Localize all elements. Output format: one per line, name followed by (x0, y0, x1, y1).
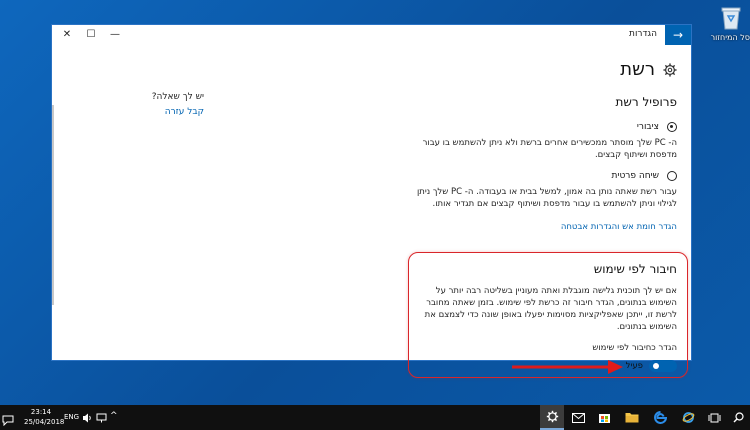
recycle-bin-label: סל המיחזור (710, 33, 750, 42)
arrow-right-icon: → (672, 28, 684, 42)
store-icon[interactable] (592, 405, 616, 430)
minimize-button[interactable]: — (106, 27, 124, 43)
get-help-link[interactable]: קבל עזרה (159, 107, 204, 117)
volume-icon[interactable] (80, 405, 94, 430)
help-question: יש לך שאלה? (151, 92, 204, 102)
radio-button-public[interactable] (667, 122, 677, 132)
chevron-up-icon[interactable]: ^ (110, 411, 118, 421)
radio-description-public: ה- PC שלך מוסתר ממכשירים אחרים ברשת ולא … (422, 138, 677, 160)
settings-window: ✕ ☐ — הגדרות → רשת יש לך שאלה? קבל עזרה … (51, 24, 692, 378)
scroll-edge (52, 105, 54, 305)
back-button[interactable]: → (665, 25, 691, 45)
help-panel: יש לך שאלה? קבל עזרה (151, 92, 204, 117)
recycle-bin[interactable]: סל המיחזור (710, 4, 750, 43)
radio-button-private[interactable] (667, 171, 677, 181)
clock[interactable]: 23:14 25/04/2018 (24, 407, 65, 427)
edge-icon[interactable] (648, 405, 672, 430)
section-title-metered: חיבור לפי שימוש (593, 262, 677, 276)
notification-icon[interactable] (2, 411, 14, 427)
red-arrow-annotation (512, 360, 623, 374)
mail-icon[interactable] (566, 405, 590, 430)
language-indicator[interactable]: ENG (64, 413, 79, 421)
firewall-settings-link[interactable]: הגדר חומת אש והגדרות אבטחה (407, 222, 677, 232)
page-header: רשת (620, 59, 677, 80)
network-profile-section: פרופיל רשת ציבורי ה- PC שלך מוסתר ממכשיר… (407, 95, 677, 232)
window-title: הגדרות (629, 29, 657, 39)
file-explorer-icon[interactable] (620, 405, 644, 430)
radio-private[interactable]: שיחה פרטית (407, 171, 677, 181)
metered-connection-section: חיבור לפי שימוש אם יש לך תוכנית גלישה מו… (411, 262, 677, 372)
radio-label-private: שיחה פרטית (611, 171, 659, 181)
metered-toggle[interactable] (649, 360, 677, 372)
close-button[interactable]: ✕ (58, 27, 76, 43)
radio-public[interactable]: ציבורי (407, 122, 677, 132)
maximize-button[interactable]: ☐ (82, 27, 100, 43)
metered-description: אם יש לך תוכנית גלישה מוגבלת ואתה מעוניי… (424, 286, 677, 332)
network-icon[interactable] (94, 405, 108, 430)
title-bar: ✕ ☐ — הגדרות → (52, 25, 691, 45)
toggle-state-label: פעיל (625, 361, 643, 371)
clock-date: 25/04/2018 (24, 418, 65, 426)
clock-time: 23:14 (30, 408, 52, 416)
radio-description-private: עבור רשת שאתה נותן בה אמון, למשל בבית או… (416, 187, 677, 209)
gear-icon (663, 62, 677, 77)
recycle-bin-icon (719, 4, 743, 30)
taskbar: 23:14 25/04/2018 ENG ^ (0, 405, 750, 430)
settings-icon[interactable] (540, 405, 564, 430)
radio-label-public: ציבורי (636, 122, 659, 132)
section-title-profile: פרופיל רשת (615, 95, 677, 109)
ie-icon[interactable] (676, 405, 700, 430)
page-title: רשת (620, 59, 655, 80)
task-view-icon[interactable] (702, 405, 726, 430)
start-icon[interactable] (746, 405, 750, 430)
metered-setting-label: הגדר כחיבור לפי שימוש (592, 343, 677, 353)
